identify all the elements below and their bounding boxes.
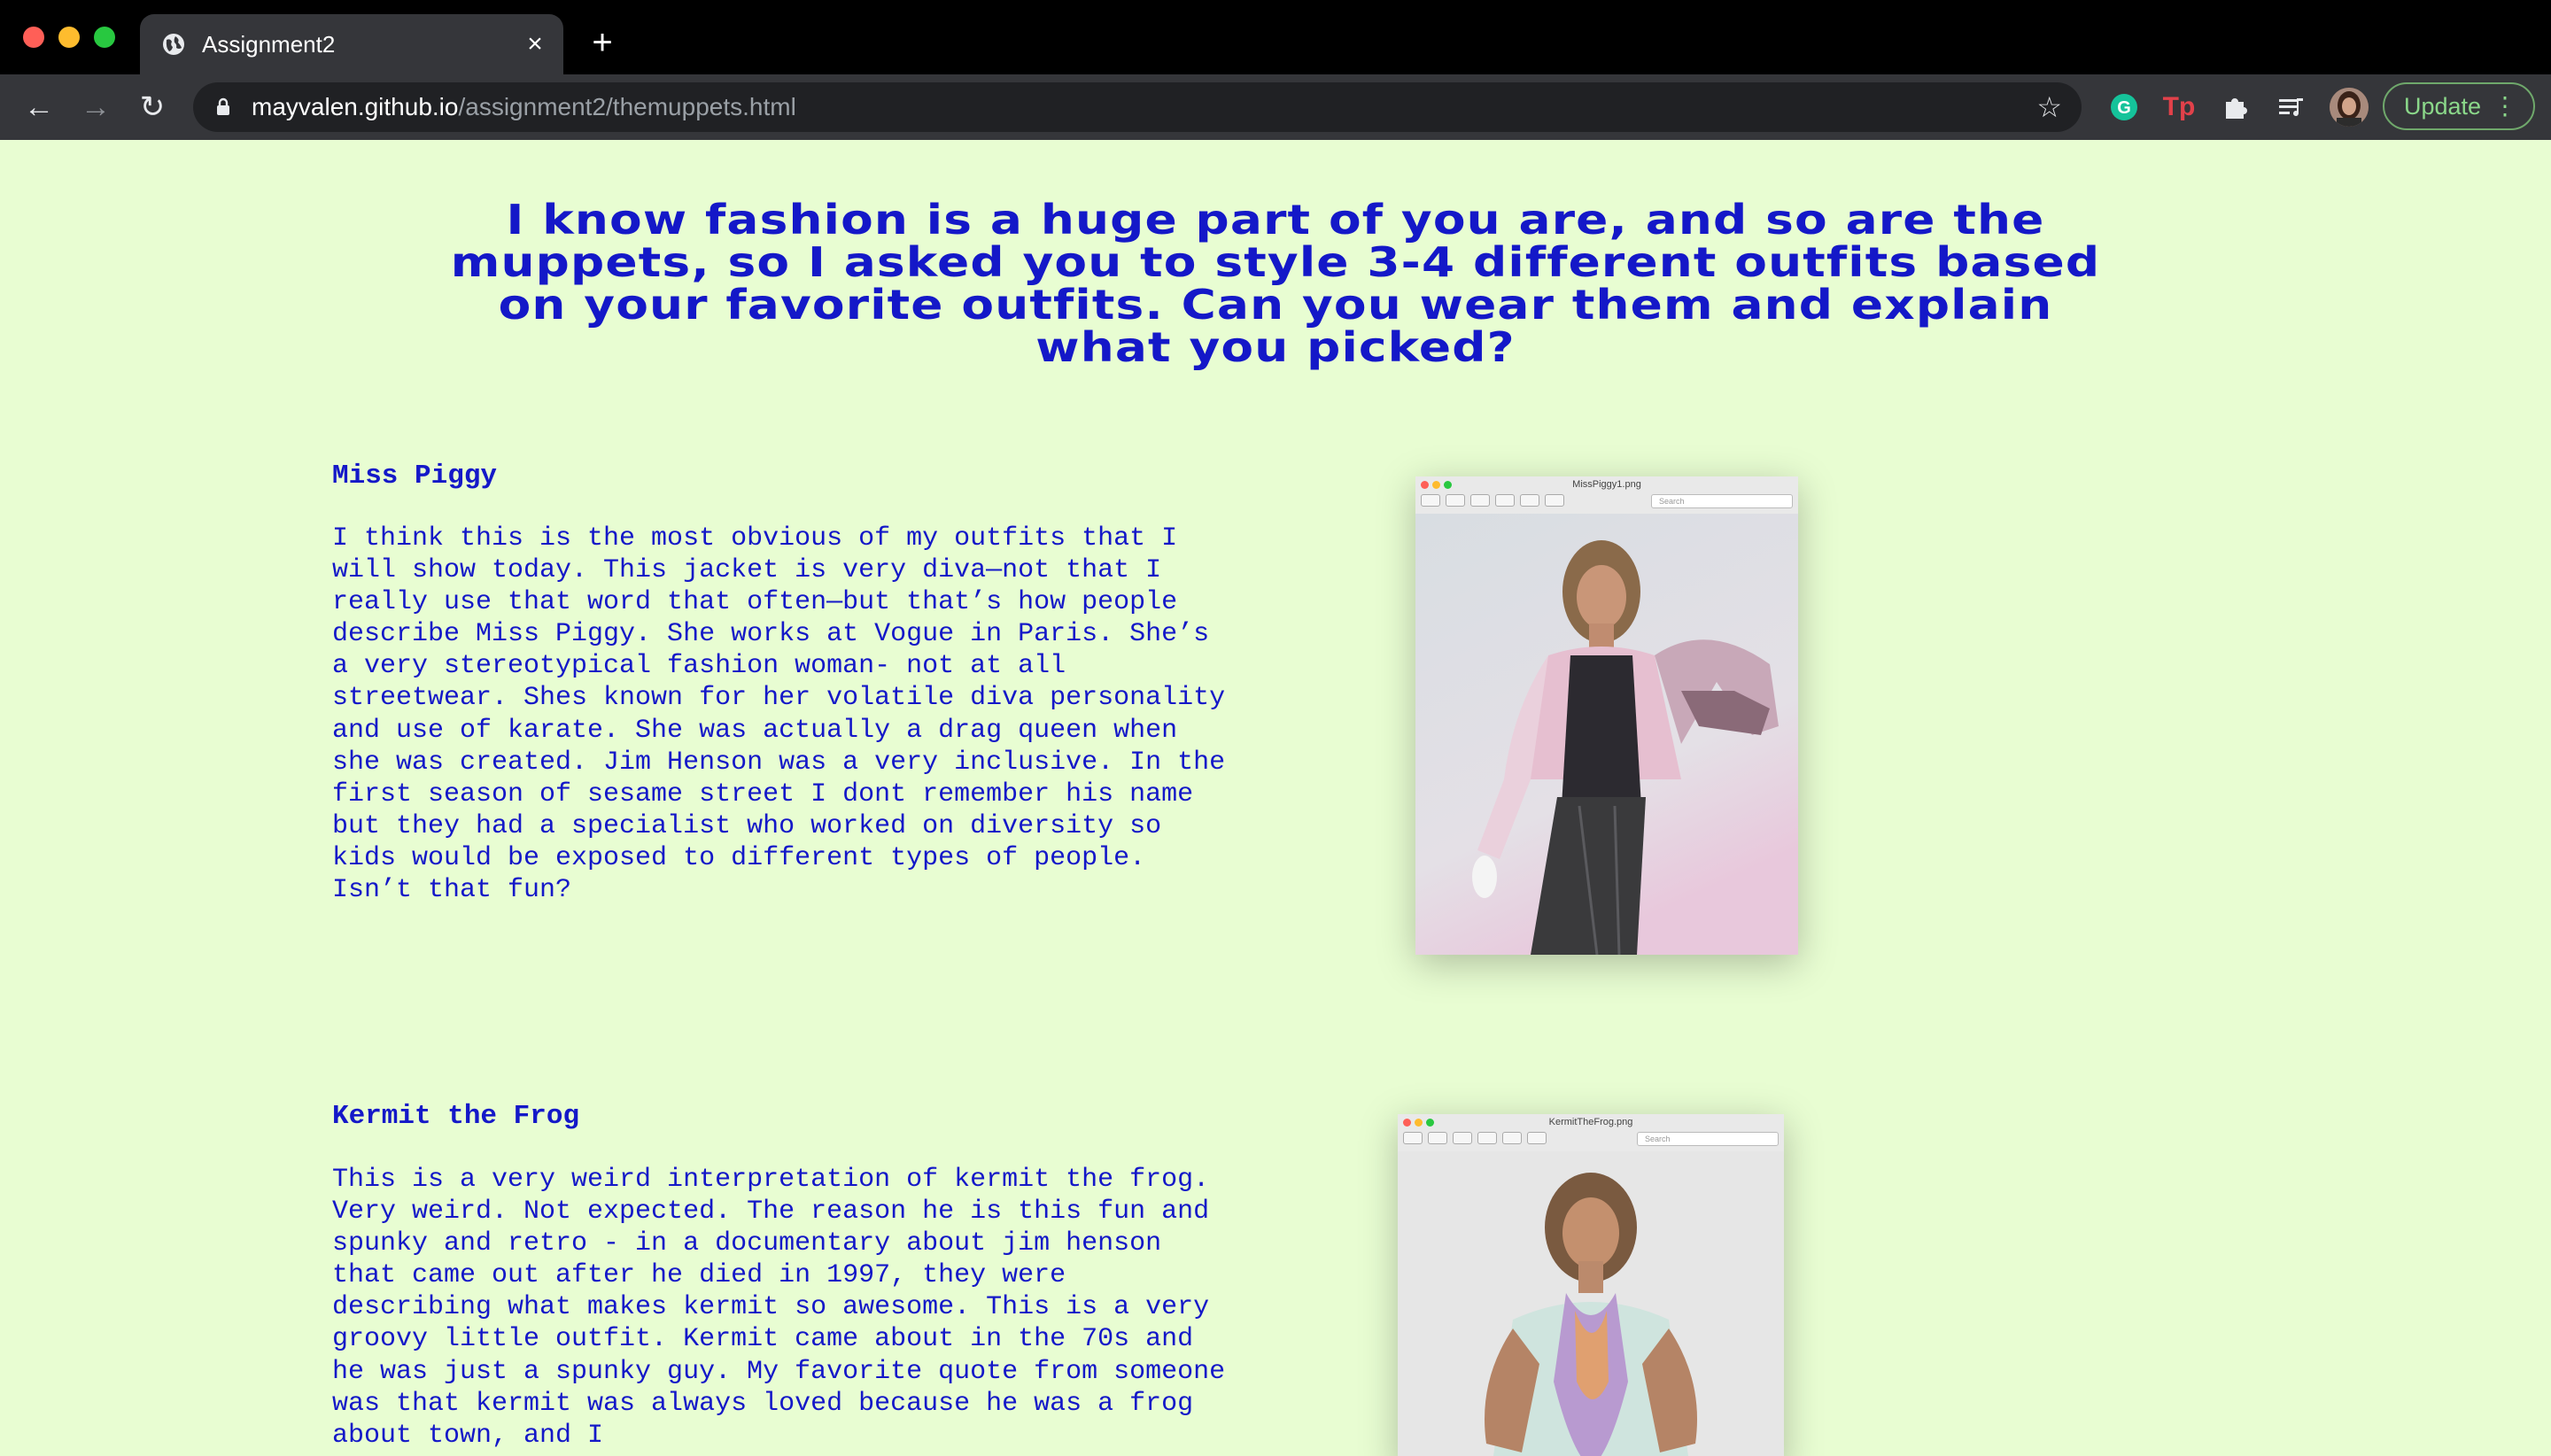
page-content: I know fashion is a huge part of you are… <box>0 140 2551 1456</box>
section-body-miss-piggy: I think this is the most obvious of my o… <box>332 523 1226 906</box>
media-icon[interactable] <box>2273 89 2308 125</box>
preview-filename: MissPiggy1.png <box>1572 479 1641 490</box>
update-button[interactable]: Update ⋮ <box>2383 82 2535 130</box>
minimize-window-button[interactable] <box>58 27 80 48</box>
browser-toolbar: ← → ↻ mayvalen.github.io/assignment2/the… <box>0 74 2551 140</box>
update-label: Update <box>2404 93 2482 120</box>
browser-tab-strip: Assignment2 × + <box>0 0 2551 74</box>
reload-icon[interactable]: ↻ <box>135 89 170 125</box>
close-tab-icon[interactable]: × <box>521 30 549 58</box>
more-menu-icon[interactable]: ⋮ <box>2493 84 2517 128</box>
preview-search: Search <box>1651 494 1793 508</box>
avatar-image <box>2330 88 2369 127</box>
preview-toolbar <box>1421 494 1642 508</box>
preview-window-titlebar: KermitTheFrog.png Search <box>1398 1114 1784 1152</box>
lock-icon <box>217 97 229 115</box>
section-title-kermit: Kermit the Frog <box>332 1101 580 1132</box>
section-body-kermit: This is a very weird interpretation of k… <box>332 1165 1226 1451</box>
bookmark-star-icon[interactable]: ☆ <box>2036 91 2062 123</box>
back-arrow-icon[interactable]: ← <box>21 89 57 125</box>
preview-window-titlebar: MissPiggy1.png Search <box>1415 476 1798 515</box>
globe-icon <box>163 34 184 55</box>
miss-piggy-photo: MissPiggy1.png Search <box>1415 476 1798 955</box>
section-title-miss-piggy: Miss Piggy <box>332 461 498 492</box>
address-bar[interactable]: mayvalen.github.io/assignment2/themuppet… <box>193 82 2082 132</box>
url-host: mayvalen.github.io <box>252 93 459 120</box>
tab-title: Assignment2 <box>202 31 336 58</box>
browser-tab[interactable]: Assignment2 × <box>140 14 563 74</box>
new-tab-button[interactable]: + <box>585 25 620 62</box>
preview-toolbar <box>1403 1132 1624 1146</box>
svg-text:G: G <box>2117 98 2131 118</box>
preview-search: Search <box>1637 1132 1779 1146</box>
kermit-photo: KermitTheFrog.png Search <box>1398 1114 1784 1456</box>
page-heading: I know fashion is a huge part of you are… <box>450 196 2101 371</box>
puzzle-icon[interactable] <box>2218 89 2253 125</box>
kermit-outfit-image <box>1398 1151 1784 1456</box>
preview-filename: KermitTheFrog.png <box>1548 1117 1633 1127</box>
close-window-button[interactable] <box>23 27 44 48</box>
miss-piggy-outfit-image <box>1415 514 1798 955</box>
url-path: /assignment2/themuppets.html <box>458 93 796 120</box>
profile-avatar[interactable] <box>2330 88 2369 127</box>
maximize-window-button[interactable] <box>94 27 115 48</box>
tp-icon[interactable]: Tp <box>2161 89 2197 125</box>
forward-arrow-icon[interactable]: → <box>78 89 113 125</box>
url-text: mayvalen.github.io/assignment2/themuppet… <box>252 93 796 121</box>
grammarly-icon[interactable]: G <box>2106 89 2142 125</box>
